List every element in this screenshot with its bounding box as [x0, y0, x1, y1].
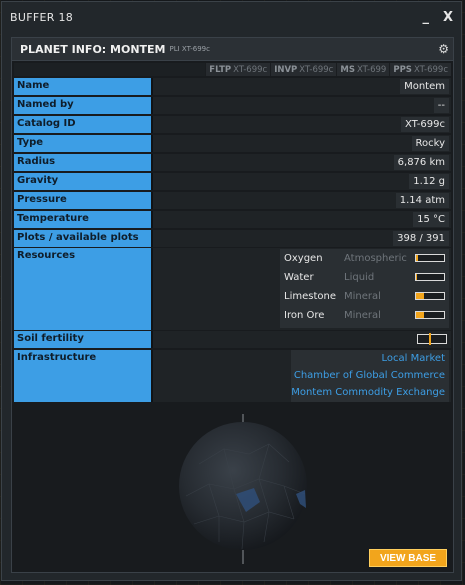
planet-globe: [179, 422, 307, 550]
view-base-button[interactable]: VIEW BASE: [369, 549, 447, 567]
panel-subtitle: PLI XT-699c: [169, 45, 210, 53]
resource-name: Iron Ore: [284, 310, 325, 321]
infrastructure-label: Infrastructure: [14, 350, 153, 402]
field-row-named-by: Named by --: [14, 97, 451, 114]
resource-type: Mineral: [344, 310, 381, 321]
resource-item-iron-ore[interactable]: Iron Ore Mineral: [280, 306, 449, 325]
resource-level-bar: [415, 292, 445, 300]
infrastructure-link-commodity-exchange[interactable]: Montem Commodity Exchange: [291, 384, 449, 401]
field-label: Type: [14, 135, 153, 152]
resource-level-fill: [416, 312, 425, 318]
resource-type: Liquid: [344, 272, 375, 283]
field-row-plots: Plots / available plots 398 / 391: [14, 230, 451, 247]
resource-level-bar: [415, 254, 445, 262]
planet-render: [179, 414, 307, 564]
field-value: Rocky: [411, 136, 449, 151]
rating-value: XT-699: [356, 64, 387, 75]
field-row-catalog-id: Catalog ID XT-699c: [14, 116, 451, 133]
field-value: --: [433, 98, 449, 113]
field-label: Name: [14, 78, 153, 95]
resource-name: Water: [284, 272, 314, 283]
field-label: Named by: [14, 97, 153, 114]
field-row-gravity: Gravity 1.12 g: [14, 173, 451, 190]
field-label: Plots / available plots: [14, 230, 153, 247]
buffer-window: BUFFER 18 _ X PLANET INFO: MONTEM PLI XT…: [1, 1, 462, 581]
planet-info-panel: PLANET INFO: MONTEM PLI XT-699c ⚙ FLTP X…: [11, 37, 454, 573]
field-row-radius: Radius 6,876 km: [14, 154, 451, 171]
resource-level-fill: [416, 293, 425, 299]
rating-key: INVP: [274, 64, 298, 75]
resource-item-oxygen[interactable]: Oxygen Atmospheric: [280, 249, 449, 268]
rating-invp[interactable]: INVP XT-699c: [270, 63, 337, 76]
resource-name: Limestone: [284, 291, 336, 302]
field-label: Temperature: [14, 211, 153, 228]
field-row-name: Name Montem: [14, 78, 451, 95]
infrastructure-list: Local Market Chamber of Global Commerce …: [291, 350, 449, 402]
resource-type: Mineral: [344, 291, 381, 302]
infrastructure-link-chamber-of-commerce[interactable]: Chamber of Global Commerce: [291, 367, 449, 384]
rating-pps[interactable]: PPS XT-699c: [389, 63, 451, 76]
resource-level-bar: [415, 311, 445, 319]
rating-key: FLTP: [209, 64, 232, 75]
rating-value: XT-699c: [299, 64, 334, 75]
window-title: BUFFER 18: [10, 10, 74, 24]
close-button[interactable]: X: [443, 11, 453, 24]
panel-title: PLANET INFO: MONTEM: [20, 42, 166, 56]
field-value: 6,876 km: [393, 155, 449, 170]
rating-fltp[interactable]: FLTP XT-699c: [205, 63, 271, 76]
resources-row: Resources Oxygen Atmospheric Water Liqui…: [14, 248, 451, 330]
field-value: 1.12 g: [409, 174, 449, 189]
resource-level-fill: [416, 274, 418, 280]
soil-fertility-marker: [428, 333, 431, 345]
soil-fertility-bar[interactable]: [417, 333, 447, 345]
field-value: Montem: [400, 79, 449, 94]
rating-bar: FLTP XT-699c INVP XT-699c MS XT-699 PPS …: [14, 63, 451, 76]
field-row-pressure: Pressure 1.14 atm: [14, 192, 451, 209]
field-label: Pressure: [14, 192, 153, 209]
resource-name: Oxygen: [284, 253, 323, 264]
field-value: 398 / 391: [393, 231, 449, 246]
panel-header: PLANET INFO: MONTEM PLI XT-699c ⚙: [12, 38, 453, 61]
field-row-temperature: Temperature 15 °C: [14, 211, 451, 228]
resource-item-limestone[interactable]: Limestone Mineral: [280, 287, 449, 306]
field-label: Radius: [14, 154, 153, 171]
window-titlebar[interactable]: BUFFER 18 _ X: [2, 2, 461, 32]
field-label: Catalog ID: [14, 116, 153, 133]
resource-level-bar: [415, 273, 445, 281]
resource-level-fill: [416, 255, 419, 261]
resource-type: Atmospheric: [344, 253, 407, 264]
rating-value: XT-699c: [233, 64, 268, 75]
infrastructure-link-local-market[interactable]: Local Market: [291, 350, 449, 367]
field-value: 1.14 atm: [395, 193, 449, 208]
field-value: 15 °C: [413, 212, 449, 227]
rating-ms[interactable]: MS XT-699: [336, 63, 390, 76]
rating-key: PPS: [393, 64, 412, 75]
rating-key: MS: [340, 64, 355, 75]
infrastructure-row: Infrastructure Local Market Chamber of G…: [14, 350, 451, 402]
gear-icon[interactable]: ⚙: [438, 42, 449, 56]
resource-item-water[interactable]: Water Liquid: [280, 268, 449, 287]
planet-viewport[interactable]: VIEW BASE: [14, 404, 451, 571]
rating-value: XT-699c: [413, 64, 448, 75]
field-value: XT-699c: [400, 117, 449, 132]
resources-label: Resources: [14, 248, 153, 330]
soil-fertility-label: Soil fertility: [14, 331, 153, 348]
soil-fertility-row: Soil fertility: [14, 331, 451, 348]
minimize-button[interactable]: _: [422, 11, 429, 24]
field-label: Gravity: [14, 173, 153, 190]
resource-list: Oxygen Atmospheric Water Liquid Limeston…: [280, 249, 449, 328]
field-row-type: Type Rocky: [14, 135, 451, 152]
